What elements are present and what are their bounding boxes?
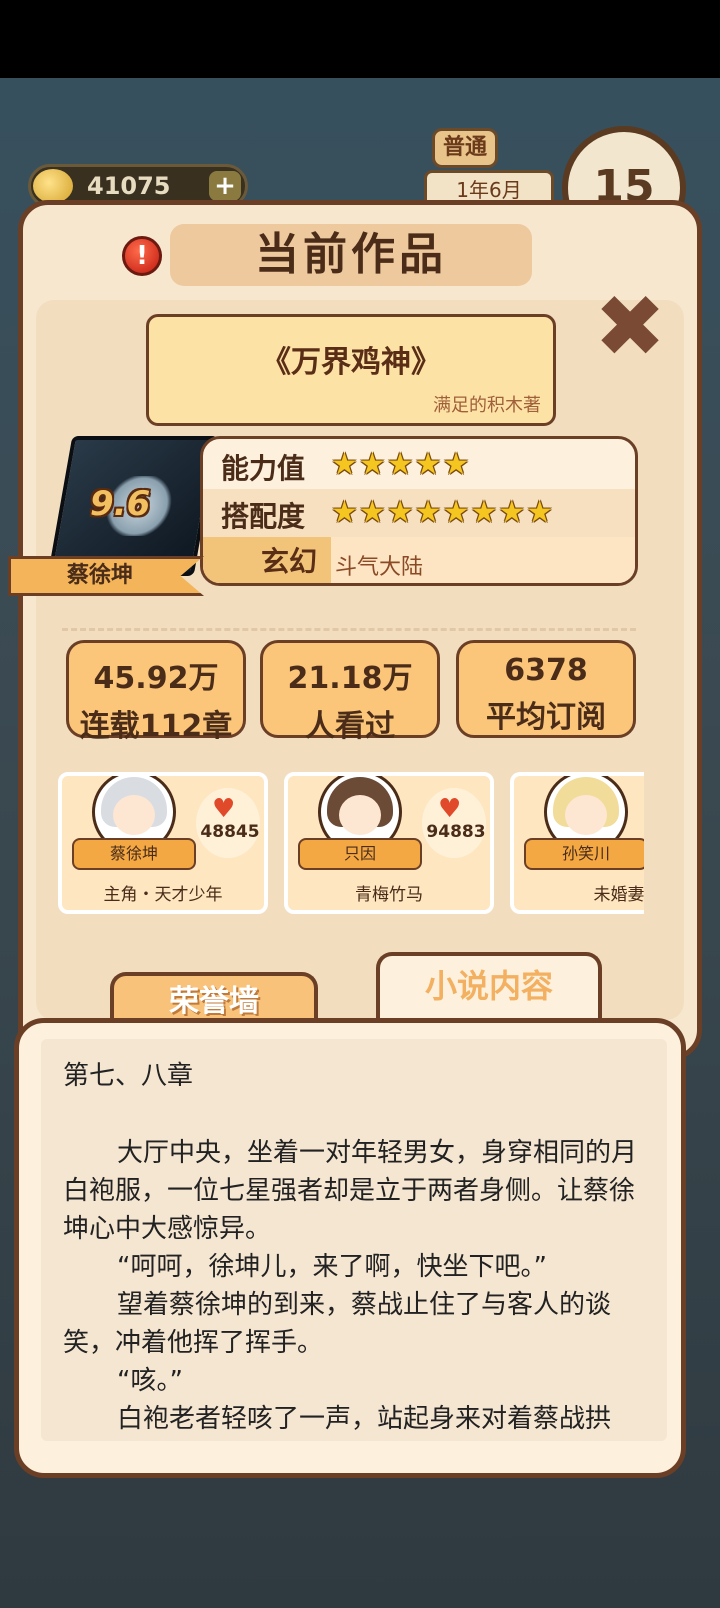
match-row: 搭配度 ★★★★★★★★ xyxy=(203,489,635,537)
likes-count: 94883 xyxy=(426,822,486,842)
story-paragraph: “呵呵，徐坤儿，来了啊，快坐下吧。” xyxy=(117,1252,547,1282)
match-label: 搭配度 xyxy=(221,500,306,533)
character-role: 青梅竹马 xyxy=(355,885,423,905)
subgenre-label: 斗气大陆 xyxy=(335,555,424,580)
book-score: 9.6 xyxy=(90,484,151,524)
character-name: 孙笑川 xyxy=(524,838,644,870)
heart-icon: ♥ xyxy=(212,794,236,824)
protagonist-ribbon: 蔡徐坤 xyxy=(8,556,204,596)
character-role: 主角・天才少年 xyxy=(103,885,223,905)
story-text-area[interactable]: 第七、八章 大厅中央，坐着一对年轻男女，身穿相同的月白袍服，一位七星强者却是立于… xyxy=(41,1039,667,1441)
metric-subscriptions: 6378 平均订阅 xyxy=(456,640,636,738)
genre-label: 玄幻 xyxy=(203,537,331,583)
mode-badge: 普通 xyxy=(432,128,498,168)
story-paragraph: “咳。” xyxy=(117,1366,183,1396)
ability-stars: ★★★★★ xyxy=(331,447,471,482)
book-author: 满足的积木著 xyxy=(433,395,541,416)
coin-icon xyxy=(33,169,73,203)
avatar-face xyxy=(339,795,381,835)
metric-value: 21.18万 xyxy=(287,661,413,696)
avatar-face xyxy=(565,795,607,835)
character-name: 蔡徐坤 xyxy=(72,838,196,870)
character-card[interactable]: ♥ 94883 只因 青梅竹马 xyxy=(284,772,494,914)
ability-label: 能力值 xyxy=(221,452,306,485)
divider xyxy=(62,628,636,631)
metric-label: 连载112章 xyxy=(79,709,233,744)
story-paragraph: 望着蔡徐坤的到来，蔡战止住了与客人的谈笑，冲着他挥了挥手。 xyxy=(63,1290,612,1358)
match-stars: ★★★★★★★★ xyxy=(331,495,555,530)
metric-label: 人看过 xyxy=(305,709,395,744)
add-coins-button[interactable]: + xyxy=(209,171,241,201)
metric-value: 45.92万 xyxy=(93,661,219,696)
attributes-box: 能力值 ★★★★★ 搭配度 ★★★★★★★★ 玄幻 斗气大陆 xyxy=(200,436,638,586)
character-card[interactable]: 孙笑川 未婚妻 xyxy=(510,772,644,914)
character-role: 未婚妻 xyxy=(593,885,645,905)
genre-row: 玄幻 斗气大陆 xyxy=(203,537,635,583)
story-panel: 第七、八章 大厅中央，坐着一对年轻男女，身穿相同的月白袍服，一位七星强者却是立于… xyxy=(14,1018,686,1478)
character-card[interactable]: ♥ 48845 蔡徐坤 主角・天才少年 xyxy=(58,772,268,914)
metric-label: 平均订阅 xyxy=(486,700,606,735)
metric-words: 45.92万 连载112章 xyxy=(66,640,246,744)
book-title-box: 《万界鸡神》 满足的积木著 xyxy=(146,314,556,426)
chapter-title: 第七、八章 xyxy=(63,1061,194,1091)
alert-icon[interactable]: ! xyxy=(122,236,162,276)
heart-icon: ♥ xyxy=(438,794,462,824)
avatar-face xyxy=(113,795,155,835)
page-title: 当前作品 xyxy=(170,224,532,286)
story-paragraph: 大厅中央，坐着一对年轻男女，身穿相同的月白袍服，一位七星强者却是立于两者身侧。让… xyxy=(63,1138,638,1244)
ability-row: 能力值 ★★★★★ xyxy=(203,441,635,489)
status-bar xyxy=(0,0,720,78)
coin-amount: 41075 xyxy=(87,172,171,200)
story-paragraph: 白袍老者轻咳了一声，站起身来对着蔡战拱 xyxy=(117,1404,612,1434)
book-title: 《万界鸡神》 xyxy=(261,345,441,380)
close-button[interactable]: ✖ xyxy=(594,284,666,370)
likes-count: 48845 xyxy=(200,822,260,842)
character-name: 只因 xyxy=(298,838,422,870)
metric-views: 21.18万 人看过 xyxy=(260,640,440,744)
metric-value: 6378 xyxy=(504,653,588,688)
